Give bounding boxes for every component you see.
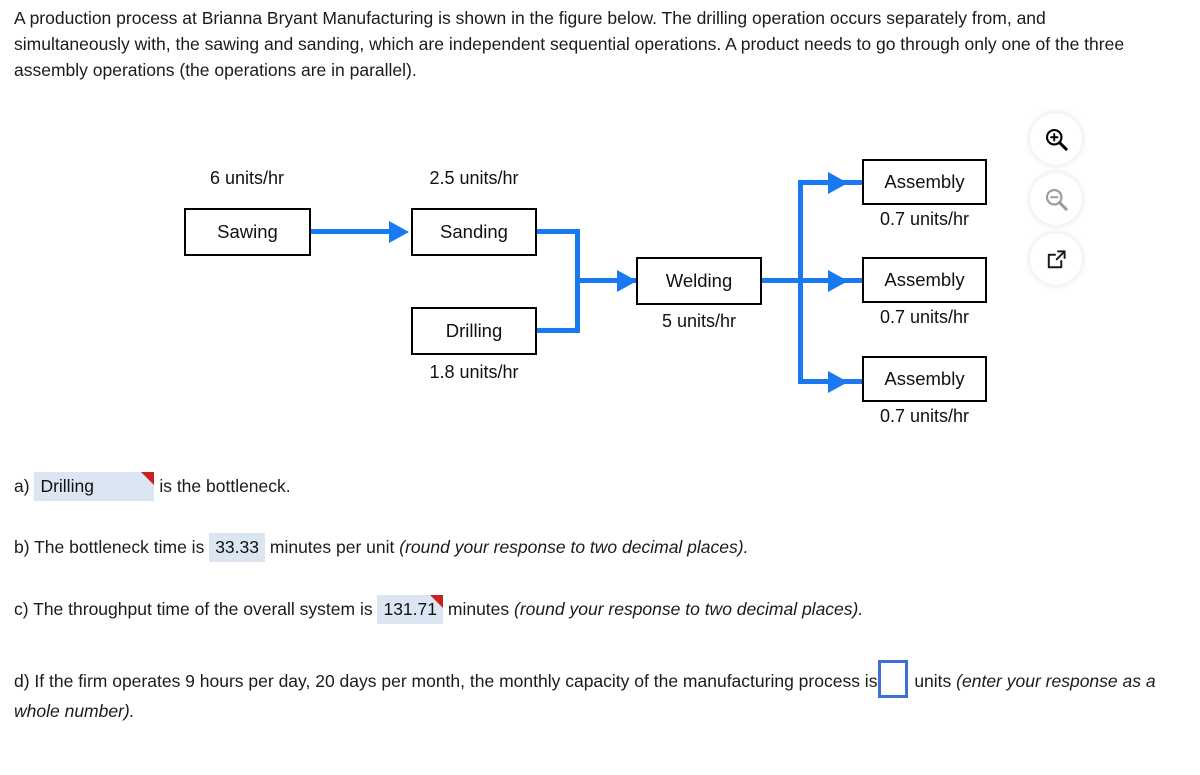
arrowhead-to-assembly3 [828,370,848,393]
answer-b-field[interactable]: 33.33 [209,533,265,562]
answer-a-field[interactable]: Drilling [34,472,155,501]
zoom-in-button[interactable] [1030,113,1082,165]
connector-sanding-merge-stub [536,229,580,234]
node-sanding: Sanding [411,208,537,256]
open-in-new-window-button[interactable] [1030,233,1082,285]
answer-d-prefix: d) If the firm operates 9 hours per day,… [14,671,878,691]
node-assembly-2: Assembly [862,257,987,303]
arrowhead-merge-to-welding [617,269,637,292]
node-label-assembly-2: Assembly [884,269,965,290]
answer-b-prefix: b) The bottleneck time is [14,537,205,557]
node-label-welding: Welding [665,270,733,291]
answer-c-field[interactable]: 131.71 [377,595,443,624]
answer-d-suffix: units [914,671,952,691]
node-label-sanding: Sanding [440,221,508,242]
answer-b-hint: (round your response to two decimal plac… [399,537,749,557]
answer-a-prefix: a) [14,476,30,496]
rate-label-sanding: 2.5 units/hr [429,168,519,188]
answer-c-hint: (round your response to two decimal plac… [514,599,864,619]
arrowhead-to-assembly2 [828,269,848,292]
rate-label-drilling: 1.8 units/hr [429,362,519,382]
rate-label-welding: 5 units/hr [661,311,737,331]
process-flow-diagram: 6 units/hr Sawing 2.5 units/hr Sanding D… [0,100,1200,450]
arrowhead-sawing-to-sanding [389,220,409,243]
rate-label-assembly-1: 0.7 units/hr [879,209,970,229]
node-welding: Welding [636,257,762,305]
answer-line-c: c) The throughput time of the overall sy… [14,595,863,624]
figure-tool-bar [1030,113,1088,293]
node-sawing: Sawing [184,208,311,256]
answer-d-input[interactable] [878,660,909,698]
node-assembly-1: Assembly [862,159,987,205]
external-link-icon [1047,249,1066,268]
rate-label-assembly-2: 0.7 units/hr [879,307,970,327]
node-drilling: Drilling [411,307,537,355]
rate-label-sawing: 6 units/hr [209,168,285,188]
answer-line-b: b) The bottleneck time is 33.33 minutes … [14,533,748,562]
answer-line-a: a) Drilling is the bottleneck. [14,472,291,501]
node-label-assembly-3: Assembly [884,368,965,389]
answer-c-prefix: c) The throughput time of the overall sy… [14,599,373,619]
answer-a-suffix: is the bottleneck. [159,476,291,496]
node-label-sawing: Sawing [217,221,278,242]
answer-b-suffix: minutes per unit [269,537,395,557]
zoom-out-button[interactable] [1030,173,1082,225]
connector-sawing-to-sanding [311,229,391,234]
connector-drilling-merge-stub [536,328,580,333]
connector-split-vertical [798,180,803,384]
answer-line-d: d) If the firm operates 9 hours per day,… [14,660,1189,724]
arrowhead-to-assembly1 [828,171,848,194]
answer-c-suffix: minutes [447,599,510,619]
node-label-drilling: Drilling [445,320,503,341]
rate-label-assembly-3: 0.7 units/hr [879,406,970,426]
magnifier-plus-icon [1045,128,1068,151]
problem-statement: A production process at Brianna Bryant M… [14,8,1125,80]
node-label-assembly-1: Assembly [884,171,965,192]
magnifier-minus-icon [1045,188,1068,211]
node-assembly-3: Assembly [862,356,987,402]
